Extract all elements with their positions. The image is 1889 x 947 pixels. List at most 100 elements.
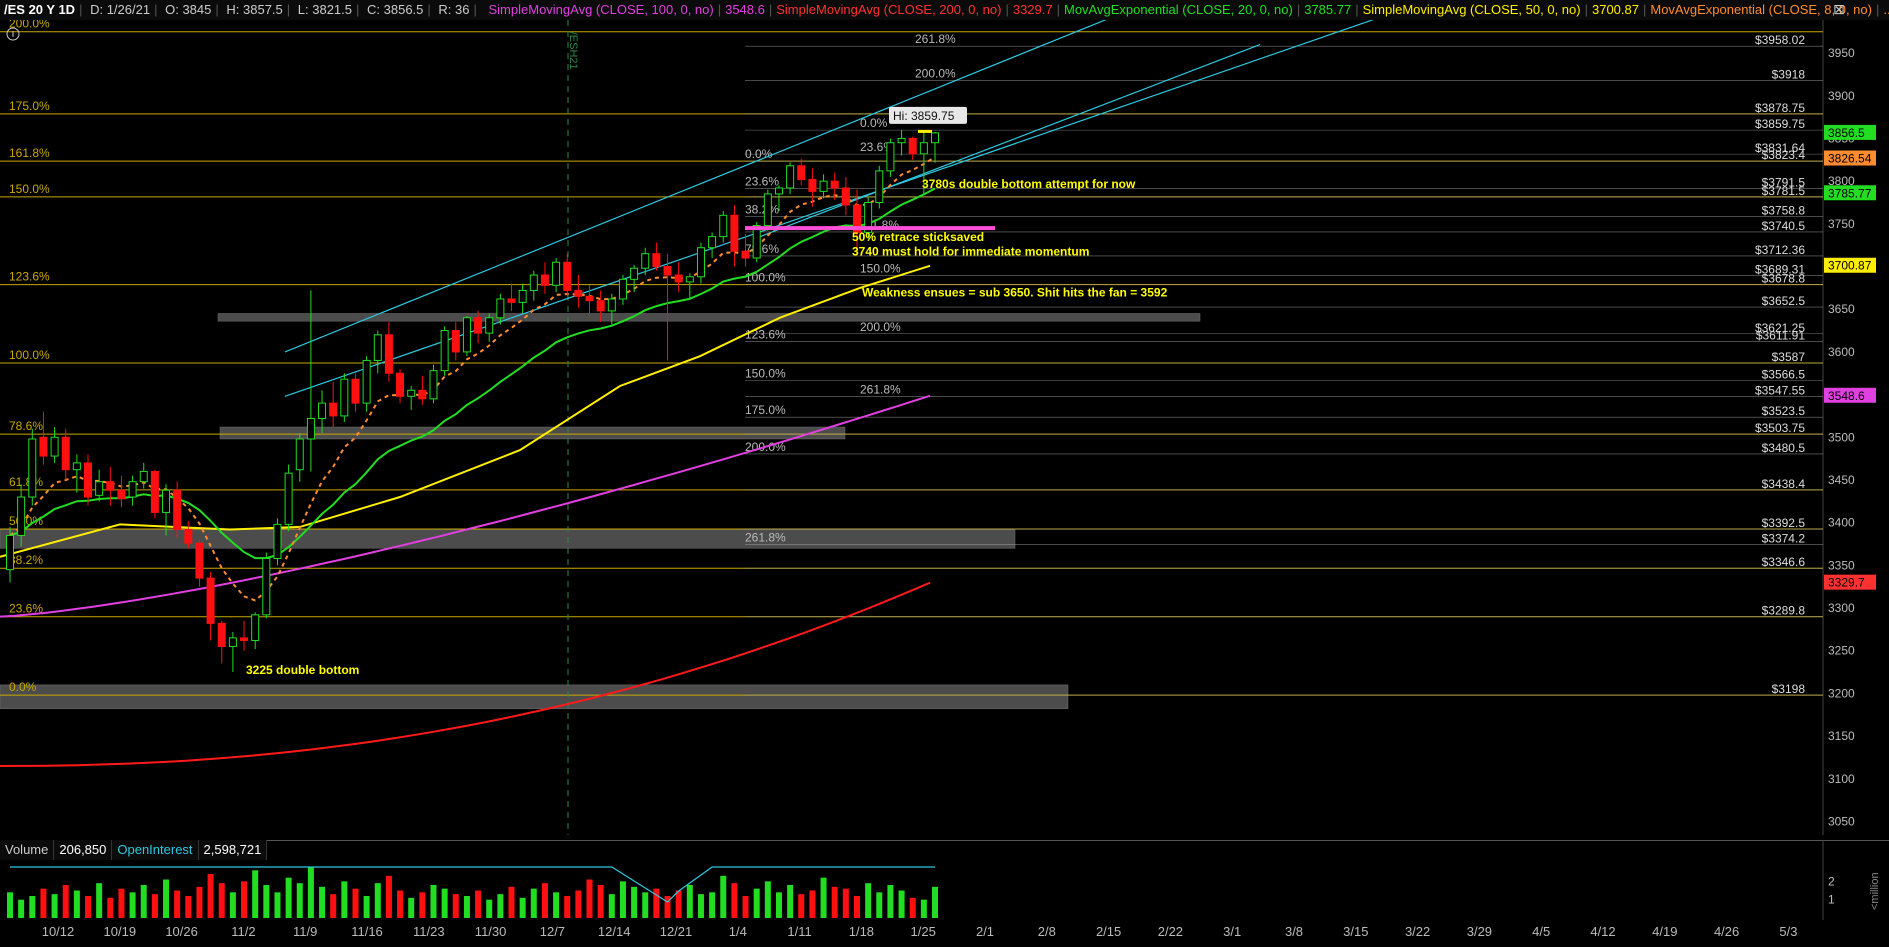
x-tick-label: 12/21: [659, 924, 693, 939]
range-label: R: 36: [438, 2, 470, 17]
price-chart[interactable]: 175.0% 161.8% 150.0% 123.6% 100.0% 78.6% 61.8%…: [0, 20, 1889, 835]
candle-body: [841, 187, 850, 206]
price-level-label: $3781.5: [1762, 184, 1806, 198]
candle-body: [295, 438, 304, 471]
volume-header: Volume 206,850 OpenInterest 2,598,721: [0, 840, 268, 860]
fib-mid-label: 261.8%: [860, 383, 901, 397]
price-level-label: $3918: [1772, 67, 1806, 81]
y-tick-label: 3150: [1828, 729, 1855, 743]
price-badge: 3329.7: [1824, 574, 1876, 590]
volume-bar: [229, 892, 236, 918]
close-icon[interactable]: ⊠: [1833, 1, 1849, 17]
fib-mid-label: 123.6%: [745, 328, 786, 342]
volume-bar: [463, 896, 470, 918]
symbol-label[interactable]: /ES 20 Y 1D: [0, 2, 79, 17]
study-value: 3548.6: [725, 2, 765, 17]
study-value: 3785.77: [1304, 2, 1352, 17]
candle-body: [228, 637, 237, 647]
candle-body: [318, 402, 327, 419]
study-label[interactable]: SimpleMovingAvg (CLOSE, 50, 0, no): [1359, 2, 1585, 17]
x-tick-label: 1/4: [728, 924, 747, 939]
price-level-label: $3289.8: [1762, 604, 1806, 618]
candle-body: [763, 193, 772, 227]
x-tick-label: 1/18: [848, 924, 875, 939]
annotation-text: 3225 double bottom: [246, 663, 359, 677]
price-badge-text: 3826.54: [1828, 152, 1872, 166]
volume-bar: [720, 875, 727, 918]
fib-label: 61.8%: [9, 475, 43, 489]
price-level-label: $3547.55: [1755, 384, 1805, 398]
x-tick-label: 4/26: [1713, 924, 1740, 939]
x-tick-label: 5/3: [1779, 924, 1798, 939]
annotation-text: 3780s double bottom attempt for now: [922, 177, 1136, 191]
volume-bar: [775, 892, 782, 918]
y-tick-label: 3100: [1828, 772, 1855, 786]
volume-bar: [519, 897, 526, 918]
candle-body: [819, 180, 828, 192]
volume-bar: [608, 894, 615, 918]
y-tick-label: 3950: [1828, 46, 1855, 60]
volume-bar: [809, 890, 816, 918]
volume-tick-label: 1: [1828, 893, 1835, 907]
fib-mid-label: 38.2%: [745, 202, 779, 216]
volume-bar: [642, 892, 649, 918]
candle-body: [808, 178, 817, 192]
volume-bar: [163, 879, 170, 918]
study-label[interactable]: SimpleMovingAvg (CLOSE, 200, 0, no): [772, 2, 1005, 17]
price-level-label: $3823.4: [1762, 148, 1806, 162]
candle-body: [429, 370, 438, 400]
candle-body: [540, 274, 549, 286]
price-level-label: $3374.2: [1762, 532, 1806, 546]
volume-bar: [497, 894, 504, 918]
volume-bar: [185, 896, 192, 918]
volume-unit-label: <million: [1869, 872, 1881, 910]
volume-bar: [7, 892, 13, 918]
volume-bar: [140, 885, 147, 918]
candle-body: [719, 214, 728, 238]
volume-bar: [96, 883, 103, 918]
volume-bar: [586, 879, 593, 918]
candle-body: [774, 187, 783, 195]
x-tick-label: 2/1: [975, 924, 995, 939]
price-badge: 3856.5: [1824, 124, 1876, 140]
time-axis: 10/12 10/19 10/26 11/2 11/9 11/16 11/23 11/30 12…: [0, 920, 1889, 947]
candle-body: [618, 278, 627, 300]
candle-body: [284, 472, 293, 525]
volume-label[interactable]: Volume: [0, 840, 55, 860]
volume-bar: [107, 897, 114, 918]
volume-bar: [330, 894, 337, 918]
fib-label: 100.0%: [9, 348, 50, 362]
oi-label[interactable]: OpenInterest: [112, 840, 199, 860]
candle-body: [306, 417, 315, 440]
candle-body: [50, 436, 59, 457]
y-tick-label: 3750: [1828, 217, 1855, 231]
volume-bar: [85, 896, 92, 918]
study-value: 3700.87: [1591, 2, 1639, 17]
study-legend: SimpleMovingAvg (CLOSE, 100, 0, no) | 3548…: [481, 2, 1889, 17]
candle-body: [273, 523, 282, 560]
volume-bar: [307, 866, 314, 918]
candle-body: [39, 436, 48, 457]
study-label[interactable]: MovAvgExponential (CLOSE, 20, 0, no): [1060, 2, 1297, 17]
candle-body: [240, 637, 249, 641]
x-tick-label: 10/26: [165, 924, 198, 939]
fib-mid-label: 78.6%: [745, 242, 779, 256]
fib-mid-label: 0.0%: [745, 147, 773, 161]
volume-bar: [296, 883, 303, 918]
x-tick-label: 4/19: [1652, 924, 1678, 939]
candle-body: [139, 470, 148, 483]
volume-tick-label: 2: [1828, 874, 1835, 888]
x-tick-label: 3/8: [1284, 924, 1304, 939]
high-label: H: 3857.5: [226, 2, 283, 17]
x-tick-label: 11/16: [351, 924, 383, 939]
price-badge-text: 3785.77: [1828, 186, 1872, 200]
volume-bar: [686, 885, 693, 918]
candle-body: [128, 481, 137, 498]
volume-bar: [408, 897, 415, 918]
volume-chart: 1 2 <million: [0, 840, 1889, 920]
volume-bar: [73, 890, 80, 918]
candle-body: [696, 247, 705, 278]
y-tick-label: 3500: [1828, 430, 1855, 444]
price-level-label: $3392.5: [1762, 516, 1806, 530]
study-label[interactable]: SimpleMovingAvg (CLOSE, 100, 0, no): [485, 2, 718, 17]
